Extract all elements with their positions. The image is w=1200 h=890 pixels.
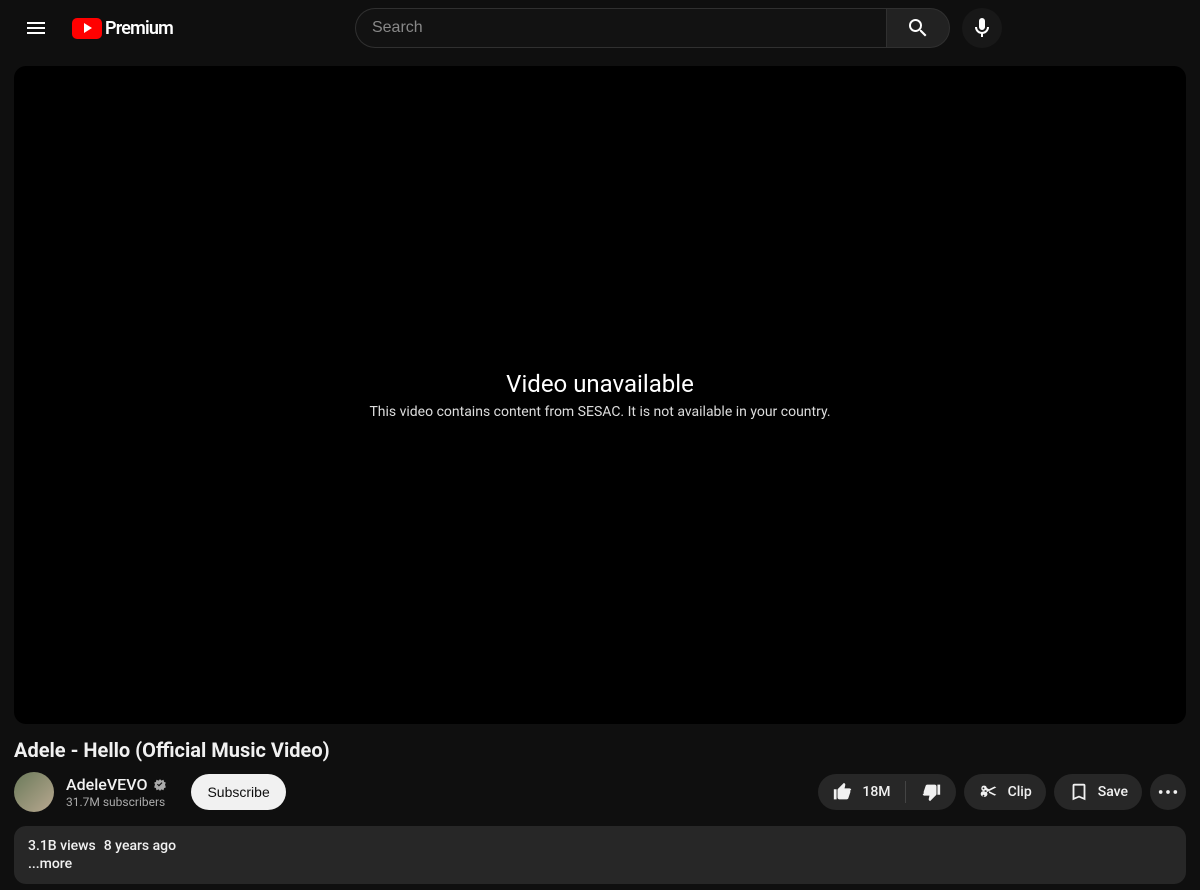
- like-button[interactable]: 18M: [818, 781, 905, 803]
- play-logo-icon: [72, 18, 102, 39]
- channel-name[interactable]: AdeleVEVO: [66, 775, 147, 794]
- save-label: Save: [1098, 784, 1128, 800]
- player-error-message: This video contains content from SESAC. …: [369, 404, 830, 420]
- search-bar: [355, 8, 950, 48]
- show-more[interactable]: ...more: [28, 856, 1172, 872]
- channel-info: AdeleVEVO 31.7M subscribers: [66, 775, 167, 809]
- hamburger-icon: [24, 16, 48, 40]
- like-count: 18M: [862, 784, 890, 800]
- thumbs-down-icon: [920, 781, 942, 803]
- voice-search-button[interactable]: [962, 8, 1002, 48]
- search-icon: [906, 16, 930, 40]
- masthead: Premium: [0, 0, 1200, 56]
- description-meta: 3.1B views 8 years ago: [28, 838, 1172, 854]
- watch-content: Video unavailable This video contains co…: [0, 56, 1200, 884]
- player-error-title: Video unavailable: [506, 370, 694, 398]
- ellipsis-icon: [1157, 781, 1179, 803]
- youtube-logo[interactable]: Premium: [72, 18, 173, 39]
- search-button[interactable]: [886, 8, 950, 48]
- scissors-icon: [978, 781, 1000, 803]
- microphone-icon: [970, 16, 994, 40]
- verified-icon: [153, 778, 167, 792]
- action-buttons: 18M Clip Save: [818, 774, 1186, 810]
- dislike-button[interactable]: [906, 781, 956, 803]
- subscriber-count: 31.7M subscribers: [66, 795, 167, 809]
- subscribe-button[interactable]: Subscribe: [191, 774, 285, 810]
- video-meta-row: AdeleVEVO 31.7M subscribers Subscribe 18…: [14, 772, 1186, 812]
- search-input[interactable]: [355, 8, 886, 48]
- search-area: [173, 8, 1184, 48]
- thumbs-up-icon: [832, 781, 854, 803]
- view-count: 3.1B views: [28, 838, 96, 854]
- logo-text: Premium: [105, 18, 173, 39]
- bookmark-icon: [1068, 781, 1090, 803]
- upload-date: 8 years ago: [104, 838, 176, 854]
- video-title: Adele - Hello (Official Music Video): [14, 738, 1186, 762]
- clip-label: Clip: [1008, 784, 1032, 800]
- channel-avatar[interactable]: [14, 772, 54, 812]
- menu-button[interactable]: [16, 8, 56, 48]
- description-box[interactable]: 3.1B views 8 years ago ...more: [14, 826, 1186, 884]
- video-player[interactable]: Video unavailable This video contains co…: [14, 66, 1186, 724]
- save-button[interactable]: Save: [1054, 774, 1142, 810]
- like-dislike-group: 18M: [818, 774, 955, 810]
- more-actions-button[interactable]: [1150, 774, 1186, 810]
- clip-button[interactable]: Clip: [964, 774, 1046, 810]
